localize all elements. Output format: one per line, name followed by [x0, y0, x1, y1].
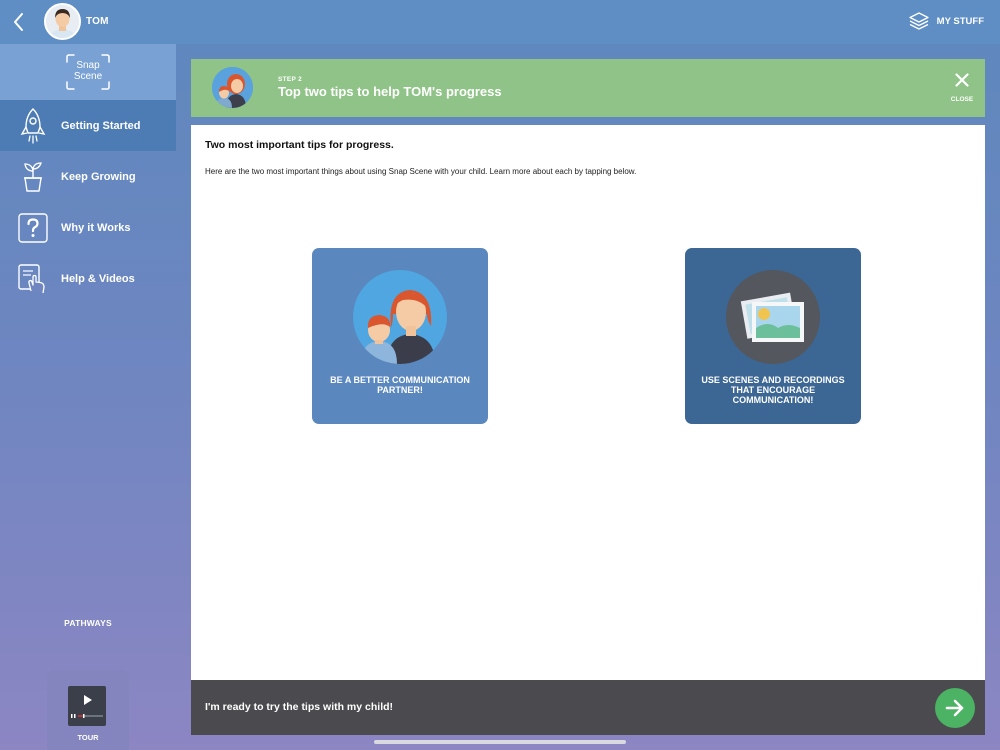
- layers-icon: [909, 12, 929, 30]
- tour-label: TOUR: [77, 733, 99, 742]
- logo-text-scene: Scene: [73, 71, 103, 82]
- top-bar: TOM MY STUFF: [0, 0, 1000, 44]
- close-icon: [955, 73, 969, 87]
- close-label: CLOSE: [950, 96, 974, 103]
- tip-label: USE SCENES AND RECORDINGS THAT ENCOURAGE…: [701, 375, 845, 405]
- my-stuff-button[interactable]: MY STUFF: [909, 12, 984, 30]
- plant-icon: [18, 160, 48, 194]
- tip-label: BE A BETTER COMMUNICATION PARTNER!: [330, 375, 470, 395]
- step-title: Top two tips to help TOM's progress: [278, 84, 502, 99]
- sidebar-item-keep-growing[interactable]: Keep Growing: [0, 151, 176, 202]
- my-stuff-label: MY STUFF: [936, 15, 984, 27]
- tip-card-communication-partner[interactable]: BE A BETTER COMMUNICATION PARTNER!: [312, 248, 488, 424]
- step-label: STEP 2: [278, 76, 303, 83]
- logo-text-snap: Snap: [76, 60, 100, 71]
- next-button[interactable]: [935, 688, 975, 728]
- sidebar-item-getting-started[interactable]: Getting Started: [0, 100, 176, 151]
- photos-illustration-icon: [726, 270, 820, 364]
- family-illustration-icon: [353, 270, 447, 364]
- question-icon: [18, 211, 48, 245]
- logo-area: Snap Scene: [0, 44, 176, 100]
- user-avatar[interactable]: [44, 3, 81, 40]
- snap-scene-logo: Snap Scene: [65, 53, 111, 91]
- close-button[interactable]: CLOSE: [949, 73, 975, 103]
- ready-prompt: I'm ready to try the tips with my child!: [205, 701, 394, 713]
- chevron-left-icon: [14, 13, 23, 31]
- tip-card-scenes-recordings[interactable]: USE SCENES AND RECORDINGS THAT ENCOURAGE…: [685, 248, 861, 424]
- family-avatar-icon: [212, 67, 253, 108]
- step-banner: STEP 2 Top two tips to help TOM's progre…: [191, 59, 985, 117]
- pathways-label[interactable]: PATHWAYS: [0, 618, 176, 628]
- back-button[interactable]: [8, 10, 30, 34]
- home-indicator[interactable]: [374, 740, 626, 744]
- arrow-right-icon: [945, 699, 964, 717]
- rocket-icon: [18, 107, 48, 144]
- sidebar-item-label: Help & Videos: [61, 272, 135, 285]
- tour-button[interactable]: TOUR: [47, 670, 129, 750]
- footer-bar: I'm ready to try the tips with my child!: [191, 680, 985, 735]
- content-description: Here are the two most important things a…: [205, 167, 637, 176]
- sidebar-item-help-videos[interactable]: Help & Videos: [0, 253, 176, 304]
- video-player-icon: [68, 686, 106, 726]
- sidebar-item-label: Getting Started: [61, 119, 141, 132]
- user-name: TOM: [86, 16, 109, 27]
- content-panel: Two most important tips for progress. He…: [191, 125, 985, 680]
- content-title: Two most important tips for progress.: [205, 139, 394, 151]
- sidebar-item-label: Keep Growing: [61, 170, 136, 183]
- sidebar-item-why-it-works[interactable]: Why it Works: [0, 202, 176, 253]
- sidebar-item-label: Why it Works: [61, 221, 131, 234]
- sidebar: Snap Scene Getting Started Keep Growing …: [0, 44, 176, 750]
- tablet-touch-icon: [18, 262, 48, 296]
